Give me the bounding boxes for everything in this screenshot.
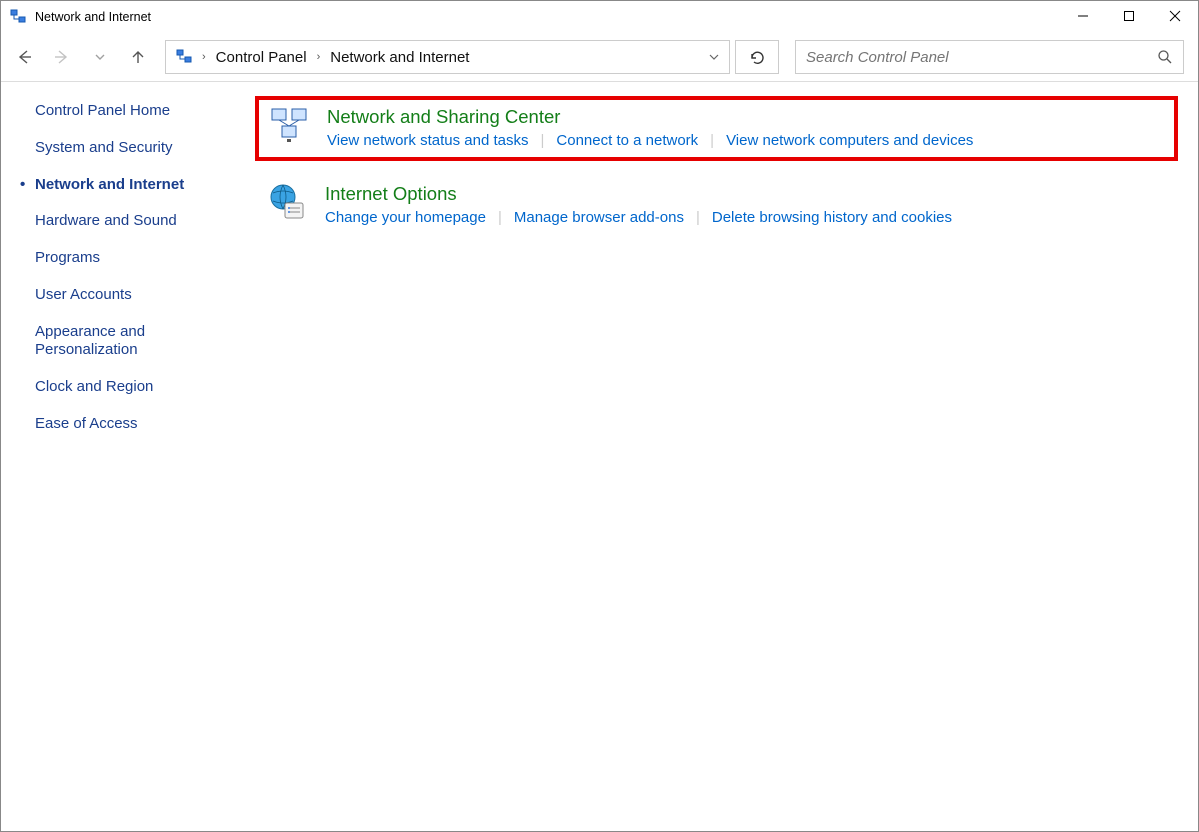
sidebar-item-network-internet[interactable]: Network and Internet [35, 176, 225, 195]
internet-options-icon [267, 183, 307, 223]
sidebar-item-appearance-personalization[interactable]: Appearance and Personalization [35, 323, 225, 361]
search-box[interactable] [795, 40, 1184, 74]
sidebar: Control Panel Home System and Security N… [1, 82, 243, 831]
link-manage-addons[interactable]: Manage browser add-ons [514, 209, 684, 226]
back-button[interactable] [15, 48, 33, 66]
toolbar: › Control Panel › Network and Internet [1, 33, 1198, 81]
panel-network-sharing: Network and Sharing Center View network … [255, 96, 1178, 161]
search-input[interactable] [806, 49, 1157, 66]
panel-title-internet-options[interactable]: Internet Options [325, 183, 952, 205]
search-icon[interactable] [1157, 49, 1173, 65]
address-bar[interactable]: › Control Panel › Network and Internet [165, 40, 730, 74]
forward-button[interactable] [53, 48, 71, 66]
sidebar-item-clock-region[interactable]: Clock and Region [35, 378, 225, 397]
sidebar-item-system-security[interactable]: System and Security [35, 139, 225, 158]
breadcrumb-root[interactable]: Control Panel [212, 49, 311, 66]
main-area: Control Panel Home System and Security N… [1, 82, 1198, 831]
sidebar-item-user-accounts[interactable]: User Accounts [35, 286, 225, 305]
link-view-network-status[interactable]: View network status and tasks [327, 132, 529, 149]
content-area: Network and Sharing Center View network … [243, 82, 1198, 831]
separator: | [498, 209, 502, 226]
close-button[interactable] [1152, 1, 1198, 31]
link-change-homepage[interactable]: Change your homepage [325, 209, 486, 226]
maximize-button[interactable] [1106, 1, 1152, 31]
sidebar-item-ease-of-access[interactable]: Ease of Access [35, 415, 225, 434]
window-title: Network and Internet [35, 10, 151, 24]
sidebar-item-programs[interactable]: Programs [35, 249, 225, 268]
sidebar-item-hardware-sound[interactable]: Hardware and Sound [35, 212, 225, 231]
panel-internet-options: Internet Options Change your homepage | … [255, 175, 1178, 236]
chevron-right-icon[interactable]: › [311, 51, 327, 63]
title-bar: Network and Internet [1, 1, 1198, 33]
panel-text: Internet Options Change your homepage | … [325, 183, 952, 226]
panel-text: Network and Sharing Center View network … [327, 106, 973, 149]
minimize-button[interactable] [1060, 1, 1106, 31]
nav-buttons [15, 48, 147, 66]
breadcrumb-level1[interactable]: Network and Internet [326, 49, 473, 66]
network-sharing-icon [269, 106, 309, 146]
separator: | [541, 132, 545, 149]
link-connect-network[interactable]: Connect to a network [556, 132, 698, 149]
separator: | [710, 132, 714, 149]
address-dropdown-button[interactable] [705, 51, 723, 63]
refresh-button[interactable] [735, 40, 779, 74]
sidebar-item-control-panel-home[interactable]: Control Panel Home [35, 102, 225, 121]
panel-links: View network status and tasks | Connect … [327, 132, 973, 149]
recent-dropdown-button[interactable] [91, 48, 109, 66]
panel-title-network-sharing[interactable]: Network and Sharing Center [327, 106, 973, 128]
link-view-network-computers[interactable]: View network computers and devices [726, 132, 973, 149]
link-delete-history[interactable]: Delete browsing history and cookies [712, 209, 952, 226]
panel-links: Change your homepage | Manage browser ad… [325, 209, 952, 226]
separator: | [696, 209, 700, 226]
breadcrumb-icon [174, 47, 194, 67]
chevron-right-icon[interactable]: › [196, 51, 212, 63]
up-button[interactable] [129, 48, 147, 66]
window-controls [1060, 1, 1198, 31]
network-icon [9, 8, 27, 26]
